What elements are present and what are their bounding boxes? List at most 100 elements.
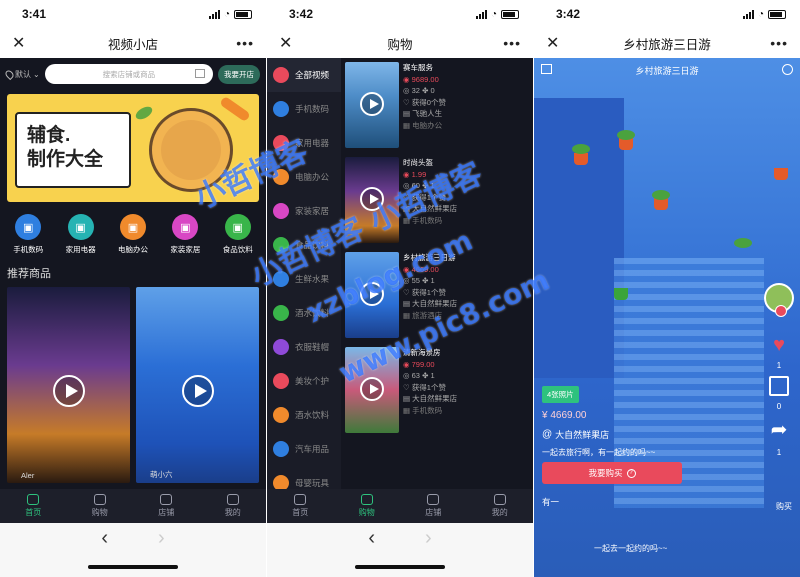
plant (652, 190, 670, 200)
more-icon[interactable]: ••• (501, 35, 521, 51)
category-item[interactable]: ▣ 食品饮料 (223, 214, 253, 255)
more-icon[interactable]: ••• (234, 35, 254, 51)
tab-bag[interactable]: 购物 (359, 494, 375, 518)
category-icon (273, 101, 289, 117)
sidebar-item[interactable]: 家用电器 (267, 126, 341, 160)
play-icon[interactable] (360, 377, 384, 401)
sidebar-item[interactable]: 汽车用品 (267, 432, 341, 466)
product-thumbnail[interactable] (345, 62, 399, 148)
more-icon[interactable]: ••• (768, 35, 788, 51)
promo-banner[interactable]: 辅食. 制作大全 (7, 94, 259, 202)
eye-icon: ◎ (403, 181, 412, 190)
like-icon[interactable]: ♥ (768, 335, 790, 355)
sidebar-item[interactable]: 生鲜水果 (267, 262, 341, 296)
sidebar-item[interactable]: 电脑办公 (267, 160, 341, 194)
category-icon (273, 135, 289, 151)
browser-nav: ‹ › (0, 523, 266, 553)
product-category-text: 手机数码 (412, 405, 443, 415)
line-icon: ▤ (403, 394, 413, 403)
category-icon (273, 373, 289, 389)
like-count: 1 (430, 371, 435, 380)
buy-button[interactable]: 我要购买? (542, 462, 682, 484)
sidebar-item[interactable]: 家装家居 (267, 194, 341, 228)
page-title: 乡村旅游三日游 (623, 37, 711, 52)
tab-home[interactable]: 首页 (25, 494, 41, 518)
category-item[interactable]: ▣ 家用电器 (66, 214, 96, 255)
tab-user[interactable]: 我的 (225, 494, 241, 518)
sidebar-item[interactable]: 衣服鞋帽 (267, 330, 341, 364)
product-name-text: 乡村旅游三日游 (403, 253, 456, 262)
close-icon[interactable]: ✕ (279, 33, 299, 53)
close-icon[interactable]: ✕ (546, 33, 566, 53)
open-shop-button[interactable]: 我要开店 (218, 64, 260, 84)
main-content: 默认 ⌄ 搜索店铺或商品 我要开店 辅食. 制作大全 ▣ 手机数码 ▣ 家用电器 ▣ 电脑办公… (0, 58, 266, 489)
category-item[interactable]: ▣ 电脑办公 (118, 214, 148, 255)
forward-icon: › (158, 526, 165, 549)
plant (617, 130, 635, 140)
photos-badge[interactable]: 4张照片 (542, 386, 579, 403)
product-thumbnail[interactable] (345, 347, 399, 433)
tab-store[interactable]: 店铺 (425, 494, 441, 518)
line-icon: ◉ (403, 264, 412, 274)
product-item[interactable]: 乡村旅游三日游 ◉ 4669.00 ◎ 55 ✤ 1 ♡ 获得1个赞 ▤ 大自然鲜果店 ▦… (343, 248, 529, 343)
share-count: 1 (776, 448, 782, 457)
back-icon[interactable]: ‹ (368, 527, 375, 550)
user-icon (493, 494, 506, 505)
video-author: Aler (21, 471, 35, 480)
product-item[interactable]: 清新海景房 ◉ 799.00 ◎ 63 ✤ 1 ♡ 获得1个赞 ▤ 大自然鲜果店 ▦ 手机… (343, 343, 529, 438)
shop-avatar[interactable] (764, 283, 794, 317)
follow-icon[interactable] (775, 305, 787, 317)
tab-home[interactable]: 首页 (292, 494, 308, 518)
tab-label: 首页 (292, 508, 309, 517)
thumb-icon: ✤ (419, 371, 431, 380)
sidebar-item[interactable]: 美妆个护 (267, 364, 341, 398)
wifi-icon: ◔ (757, 8, 764, 20)
shopping-bag-icon[interactable] (769, 376, 789, 396)
scan-icon[interactable] (195, 69, 205, 78)
tab-store[interactable]: 店铺 (158, 494, 174, 518)
sidebar-item[interactable]: 全部视频 (267, 58, 341, 92)
close-icon[interactable]: ✕ (12, 33, 32, 53)
tab-user[interactable]: 我的 (492, 494, 508, 518)
category-item[interactable]: ▣ 手机数码 (13, 214, 43, 255)
sidebar-item[interactable]: 酒水饮料 (267, 398, 341, 432)
back-icon[interactable]: ‹ (101, 527, 108, 550)
section-title: 推荐商品 (7, 268, 51, 280)
signal-icon (208, 9, 220, 19)
tab-bag[interactable]: 购物 (92, 494, 108, 518)
buy-side-label[interactable]: 购买 (776, 501, 792, 512)
category-item[interactable]: ▣ 家装家居 (170, 214, 200, 255)
title-bar: ✕ 购物 ••• (267, 28, 533, 58)
product-category-text: 电脑办公 (412, 120, 443, 130)
category-icon (273, 407, 289, 423)
shop-name[interactable]: @ 大自然鲜果店 (542, 428, 609, 441)
sidebar-item[interactable]: 食品饮料 (267, 228, 341, 262)
product-thumbnail[interactable] (345, 252, 399, 338)
product-item[interactable]: 赛车服务 ◉ 9689.00 ◎ 32 ✤ 0 ♡ 获得0个赞 ▤ 飞驰人生 ▦ 电脑办公 (343, 58, 529, 153)
product-thumbnail[interactable] (345, 157, 399, 243)
shop-name-text: 大自然鲜果店 (412, 204, 458, 213)
location-selector[interactable]: 默认 ⌄ (3, 68, 40, 80)
video-player[interactable]: 乡村旅游三日游 ♥ 1 0 ➦ 1 4张照片 ¥ 4669.00 @ 大自然鲜果店… (534, 58, 800, 577)
product-item[interactable]: 时尚头盔 ◉ 1.99 ◎ 60 ✤ 1 ♡ 获得1个赞 ▤ 大自然鲜果店 ▦ 手机数码 (343, 153, 529, 248)
play-icon[interactable] (360, 92, 384, 116)
sidebar-item-label: 酒水饮料 (295, 308, 330, 318)
play-icon[interactable] (52, 375, 85, 407)
search-input[interactable]: 搜索店铺或商品 (44, 64, 213, 84)
product-name-text: 时尚头盔 (403, 158, 433, 167)
share-icon[interactable]: ➦ (771, 417, 788, 442)
play-icon[interactable] (181, 375, 214, 407)
video-card[interactable]: Aler (7, 287, 130, 483)
signal-icon (475, 9, 487, 19)
play-icon[interactable] (360, 187, 384, 211)
user-icon[interactable] (782, 64, 793, 75)
thumb-icon: ✤ (419, 276, 431, 285)
sidebar-item[interactable]: 酒水饮料 (267, 296, 341, 330)
tab-label: 首页 (25, 508, 42, 517)
like-count: 1 (776, 361, 782, 370)
line-icon: ♡ (403, 192, 412, 202)
play-icon[interactable] (360, 282, 384, 306)
video-card[interactable]: 萌小六 (136, 287, 259, 483)
home-indicator (0, 553, 266, 577)
sidebar-item[interactable]: 手机数码 (267, 92, 341, 126)
